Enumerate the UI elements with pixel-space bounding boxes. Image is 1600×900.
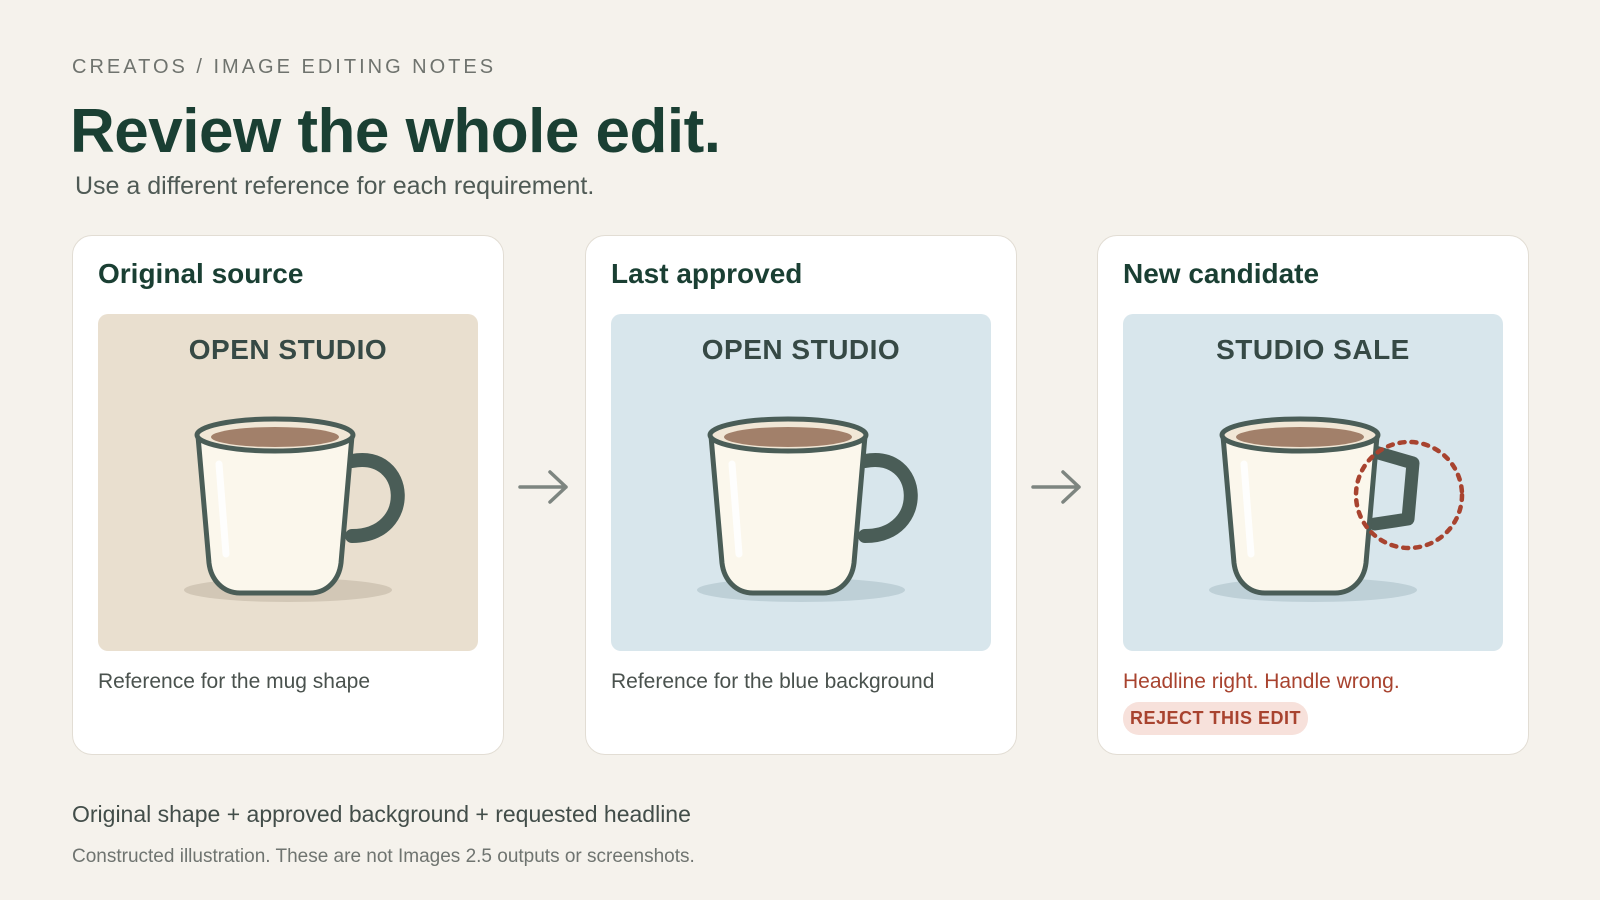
card-caption: Reference for the mug shape (98, 670, 370, 693)
image-panel-original: OPEN STUDIO (98, 314, 478, 651)
card-title: New candidate (1123, 258, 1320, 289)
panel-headline: STUDIO SALE (1216, 334, 1410, 365)
page-title: Review the whole edit. (70, 97, 721, 166)
arrow-right-icon (518, 470, 568, 504)
card-caption-warning: Headline right. Handle wrong. (1123, 670, 1400, 693)
card-title: Original source (98, 258, 304, 289)
page-subtitle: Use a different reference for each requi… (75, 172, 595, 200)
card-title: Last approved (611, 258, 803, 289)
panel-headline: OPEN STUDIO (701, 334, 901, 365)
reject-badge: REJECT THIS EDIT (1123, 702, 1309, 735)
card-new-candidate: New candidate STUDIO SALE Headline right… (1097, 235, 1529, 755)
card-original-source: Original source OPEN STUDIO Reference fo… (72, 235, 504, 755)
card-caption: Reference for the blue background (611, 670, 935, 693)
card-last-approved: Last approved OPEN STUDIO Reference for … (585, 235, 1017, 755)
eyebrow: CREATOS / IMAGE EDITING NOTES (72, 56, 497, 78)
summary-formula: Original shape + approved background + r… (72, 801, 691, 827)
panel-headline: OPEN STUDIO (188, 334, 388, 365)
image-panel-candidate: STUDIO SALE (1123, 314, 1503, 651)
image-panel-approved: OPEN STUDIO (611, 314, 991, 651)
arrow-right-icon (1031, 470, 1081, 504)
footnote: Constructed illustration. These are not … (72, 846, 695, 867)
